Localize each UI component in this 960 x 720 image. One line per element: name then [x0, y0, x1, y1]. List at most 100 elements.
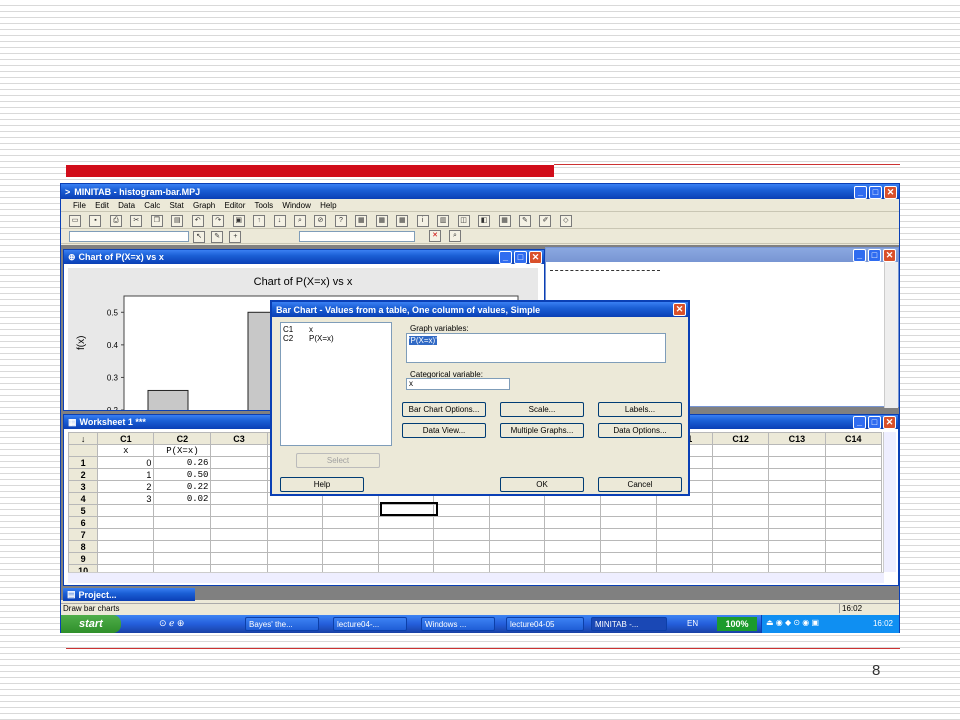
cell-empty[interactable] — [768, 552, 826, 565]
layout-icon-3[interactable]: ▦ — [498, 214, 511, 227]
cell-empty[interactable] — [824, 456, 883, 469]
worksheet-minimize-button[interactable]: _ — [853, 416, 866, 429]
cell-empty[interactable] — [600, 504, 657, 517]
cell-empty[interactable] — [711, 480, 770, 493]
labels-button[interactable]: Labels... — [598, 402, 682, 417]
paste-icon[interactable]: ▤ — [171, 214, 184, 227]
eraser-icon[interactable]: ◇ — [559, 214, 572, 227]
layout-icon-2[interactable]: ◧ — [478, 214, 491, 227]
cell-empty[interactable] — [600, 540, 657, 553]
cell-p[interactable]: 0.02 — [153, 492, 212, 505]
chart-maximize-button[interactable]: □ — [514, 251, 527, 264]
cell-empty[interactable] — [824, 552, 883, 565]
row-number[interactable]: 8 — [67, 540, 99, 553]
cell-empty[interactable] — [824, 540, 883, 553]
minimize-button[interactable]: _ — [854, 186, 867, 199]
cell-empty[interactable] — [600, 552, 657, 565]
cell-empty[interactable] — [322, 552, 379, 565]
cell-x[interactable] — [97, 540, 155, 553]
cell-empty[interactable] — [322, 540, 379, 553]
cell-empty[interactable] — [544, 504, 602, 517]
cell-empty[interactable] — [377, 528, 435, 541]
cell-empty[interactable] — [210, 540, 268, 553]
cell-empty[interactable] — [544, 540, 602, 553]
cell-empty[interactable] — [655, 516, 713, 529]
cell-empty[interactable] — [824, 480, 883, 493]
cell-x[interactable]: 3 — [97, 492, 155, 505]
menu-graph[interactable]: Graph — [193, 201, 215, 210]
cell-empty[interactable] — [768, 516, 826, 529]
session-icon[interactable]: ▣ — [232, 214, 245, 227]
menu-file[interactable]: File — [73, 201, 86, 210]
scale-button[interactable]: Scale... — [500, 402, 584, 417]
col-header-c14[interactable]: C14 — [824, 432, 883, 445]
cell-empty[interactable] — [377, 540, 435, 553]
cell-empty[interactable] — [655, 504, 713, 517]
menu-editor[interactable]: Editor — [224, 201, 245, 210]
worksheet-hscrollbar[interactable] — [68, 572, 884, 583]
cell-empty[interactable] — [488, 504, 546, 517]
open-icon[interactable]: ▭ — [69, 214, 81, 227]
cell-empty[interactable] — [768, 456, 826, 469]
cell-empty[interactable] — [711, 528, 770, 541]
chart-close-button[interactable]: ✕ — [529, 251, 542, 264]
selected-cell[interactable] — [380, 502, 438, 516]
cell-empty[interactable] — [488, 552, 546, 565]
row-number[interactable]: 9 — [67, 552, 99, 565]
row-number[interactable]: 5 — [67, 504, 99, 517]
worksheet-vscrollbar[interactable] — [883, 432, 896, 572]
task-lecture04-05[interactable]: lecture04-05 — [506, 617, 584, 631]
cell-x[interactable] — [97, 504, 155, 517]
menu-edit[interactable]: Edit — [95, 201, 109, 210]
cell-empty[interactable] — [266, 552, 324, 565]
cell-x[interactable]: 1 — [97, 468, 155, 481]
cell-empty[interactable] — [322, 528, 379, 541]
col-header-c3[interactable]: C3 — [210, 432, 268, 445]
quicklaunch-icons[interactable]: ⊙ ℯ ⊕ — [159, 618, 184, 629]
ok-button[interactable]: OK — [500, 477, 584, 492]
cell-empty[interactable] — [544, 528, 602, 541]
cell-empty[interactable] — [824, 492, 883, 505]
list-item-c1[interactable]: C1 x — [283, 325, 389, 334]
cell-empty[interactable] — [711, 540, 770, 553]
window-icon-1[interactable]: ▦ — [355, 214, 368, 227]
cell-empty[interactable] — [210, 480, 268, 493]
brush-icon[interactable]: ✎ — [518, 214, 531, 227]
cell-empty[interactable] — [266, 540, 324, 553]
cell-p[interactable] — [153, 552, 212, 565]
editor-dropdown-1[interactable] — [69, 231, 189, 242]
cell-empty[interactable] — [711, 552, 770, 565]
cell-empty[interactable] — [322, 504, 379, 517]
cell-empty[interactable] — [544, 516, 602, 529]
col-header-c1[interactable]: C1 — [97, 432, 155, 445]
graph-icon[interactable]: ▥ — [437, 214, 450, 227]
redo-icon[interactable]: ↷ — [212, 214, 225, 227]
cell-empty[interactable] — [600, 528, 657, 541]
bar-chart-options-button[interactable]: Bar Chart Options... — [402, 402, 486, 417]
cell-empty[interactable] — [600, 516, 657, 529]
menu-data[interactable]: Data — [118, 201, 135, 210]
column-listbox[interactable]: C1 x C2 P(X=x) — [280, 322, 392, 446]
menu-calc[interactable]: Calc — [144, 201, 160, 210]
cell-empty[interactable] — [488, 540, 546, 553]
help-button[interactable]: Help — [280, 477, 364, 492]
cell-empty[interactable] — [266, 516, 324, 529]
cell-empty[interactable] — [210, 552, 268, 565]
cell-empty[interactable] — [433, 540, 490, 553]
cell-empty[interactable] — [768, 492, 826, 505]
cell-empty[interactable] — [322, 516, 379, 529]
cell-empty[interactable] — [488, 516, 546, 529]
cell-x[interactable] — [97, 528, 155, 541]
col-name-c1[interactable]: x — [97, 444, 155, 457]
task-windows[interactable]: Windows ... — [421, 617, 495, 631]
save-icon[interactable]: ▪ — [89, 214, 102, 227]
editor-dropdown-2[interactable] — [299, 231, 415, 242]
row-number[interactable]: 1 — [67, 456, 99, 469]
print-icon[interactable]: ⎙ — [109, 214, 122, 227]
cell-p[interactable]: 0.22 — [153, 480, 212, 493]
cell-empty[interactable] — [377, 516, 435, 529]
worksheet-maximize-button[interactable]: □ — [868, 416, 881, 429]
project-minimized-window[interactable]: ▤ Project... — [63, 588, 195, 601]
cell-empty[interactable] — [210, 468, 268, 481]
cell-empty[interactable] — [210, 516, 268, 529]
